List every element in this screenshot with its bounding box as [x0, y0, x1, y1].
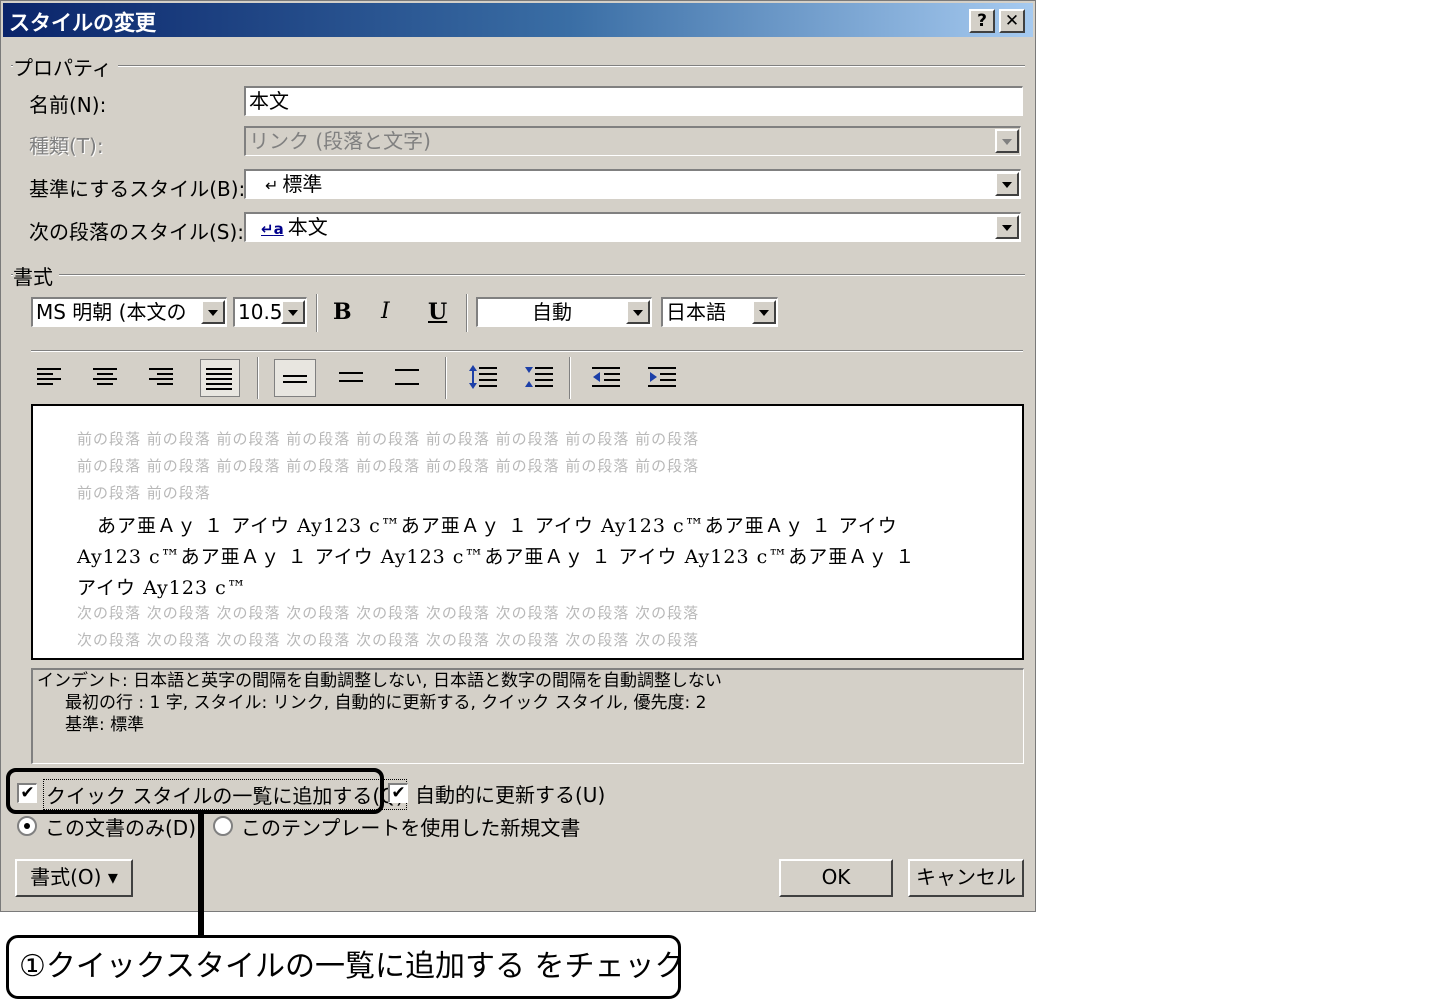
- font-color-value: 自動: [532, 300, 572, 324]
- this-document-label[interactable]: この文書のみ(D): [45, 812, 196, 841]
- language-value: 日本語: [666, 300, 726, 324]
- auto-update-label[interactable]: 自動的に更新する(U): [415, 779, 605, 808]
- cancel-button[interactable]: キャンセル: [908, 859, 1024, 897]
- indent-increase-icon[interactable]: [646, 361, 676, 391]
- language-dropdown-arrow-icon[interactable]: [752, 300, 776, 324]
- base-style-select[interactable]: ↵ 標準: [244, 169, 1021, 199]
- language-select[interactable]: 日本語: [661, 297, 778, 327]
- name-label: 名前(N):: [29, 93, 107, 117]
- space-before-decrease-icon[interactable]: [523, 361, 553, 391]
- toolbar-separator: [316, 294, 318, 332]
- this-document-radio[interactable]: [17, 816, 37, 836]
- template-label[interactable]: このテンプレートを使用した新規文書: [241, 812, 580, 841]
- ok-button[interactable]: OK: [779, 859, 893, 897]
- type-dropdown-arrow-icon: [995, 129, 1019, 153]
- base-style-dropdown-arrow-icon[interactable]: [995, 172, 1019, 196]
- properties-group-line: [11, 65, 1025, 67]
- toolbar-separator: [445, 357, 447, 399]
- font-color-dropdown-arrow-icon[interactable]: [626, 300, 650, 324]
- style-description: インデント: 日本語と英字の間隔を自動調整しない, 日本語と数字の間隔を自動調整…: [31, 668, 1024, 764]
- preview-sample-text: Ay123 c™あア亜Ａｙ １ アイウ Ay123 c™あア亜Ａｙ １ アイウ …: [77, 546, 916, 568]
- callout-leader-line: [198, 814, 204, 936]
- preview-previous-paragraph: 前の段落 前の段落 前の段落 前の段落 前の段落 前の段落 前の段落 前の段落 …: [77, 430, 700, 448]
- preview-next-paragraph: 次の段落 次の段落 次の段落 次の段落 次の段落 次の段落 次の段落 次の段落 …: [77, 604, 700, 622]
- dialog-title: スタイルの変更: [9, 11, 156, 35]
- quick-style-highlight-box: [6, 768, 384, 814]
- line-spacing-single-icon[interactable]: [274, 359, 316, 397]
- preview-sample-text: あア亜Ａｙ １ アイウ Ay123 c™あア亜Ａｙ １ アイウ Ay123 c™…: [77, 515, 898, 537]
- style-preview: 前の段落 前の段落 前の段落 前の段落 前の段落 前の段落 前の段落 前の段落 …: [31, 404, 1024, 660]
- indent-decrease-icon[interactable]: [590, 361, 620, 391]
- name-input[interactable]: 本文: [244, 86, 1023, 116]
- font-size-dropdown-arrow-icon[interactable]: [281, 300, 305, 324]
- paragraph-mark-icon: ↵: [265, 175, 279, 195]
- align-right-icon[interactable]: [147, 363, 177, 393]
- font-value: MS 明朝 (本文の: [36, 300, 187, 324]
- next-style-label: 次の段落のスタイル(S):: [29, 220, 245, 244]
- format-group-line: [11, 274, 1025, 276]
- toolbar-separator: [569, 357, 571, 399]
- format-menu-button[interactable]: 書式(O) ▾: [15, 859, 133, 897]
- instruction-callout: ①クイックスタイルの一覧に追加する をチェック: [6, 935, 685, 999]
- font-select[interactable]: MS 明朝 (本文の: [31, 297, 227, 327]
- radio-selected-dot: [24, 823, 30, 829]
- properties-group-label: プロパティ: [13, 52, 118, 81]
- font-size-value: 10.5: [238, 300, 283, 324]
- next-style-dropdown-arrow-icon[interactable]: [995, 215, 1019, 239]
- help-button[interactable]: ?: [969, 9, 995, 33]
- italic-button[interactable]: I: [381, 299, 390, 324]
- next-style-value: 本文: [287, 215, 328, 239]
- font-color-select[interactable]: 自動: [476, 297, 652, 327]
- preview-next-paragraph: 次の段落 次の段落 次の段落 次の段落 次の段落 次の段落 次の段落 次の段落 …: [77, 631, 700, 649]
- line-spacing-half-icon[interactable]: [337, 363, 367, 393]
- underline-button[interactable]: U: [428, 299, 447, 325]
- align-justify-icon[interactable]: [200, 359, 240, 397]
- base-style-label: 基準にするスタイル(B):: [29, 177, 246, 201]
- type-select: リンク (段落と文字): [244, 126, 1021, 156]
- font-dropdown-arrow-icon[interactable]: [201, 300, 225, 324]
- bold-button[interactable]: B: [333, 299, 352, 325]
- preview-sample-text: アイウ Ay123 c™: [77, 577, 247, 599]
- font-size-select[interactable]: 10.5: [233, 297, 307, 327]
- align-left-icon[interactable]: [35, 363, 65, 393]
- type-label: 種類(T):: [29, 134, 104, 158]
- space-before-increase-icon[interactable]: [467, 361, 497, 391]
- preview-previous-paragraph: 前の段落 前の段落 前の段落 前の段落 前の段落 前の段落 前の段落 前の段落 …: [77, 457, 700, 475]
- align-center-icon[interactable]: [91, 363, 121, 393]
- toolbar-separator: [257, 357, 259, 399]
- linked-style-mark: a: [273, 220, 284, 238]
- title-bar: スタイルの変更 ? ✕: [3, 3, 1033, 37]
- type-value: リンク (段落と文字): [249, 129, 431, 153]
- description-line: インデント: 日本語と英字の間隔を自動調整しない, 日本語と数字の間隔を自動調整…: [37, 671, 722, 691]
- format-group-label: 書式: [13, 261, 59, 290]
- line-spacing-double-icon[interactable]: [393, 363, 423, 393]
- template-radio[interactable]: [213, 816, 233, 836]
- linked-style-icon: ↵a: [261, 220, 284, 238]
- description-line: 最初の行 : 1 字, スタイル: リンク, 自動的に更新する, クイック スタ…: [65, 693, 707, 713]
- toolbar-separator: [466, 294, 468, 332]
- base-style-value: 標準: [282, 172, 323, 196]
- close-button[interactable]: ✕: [999, 9, 1025, 33]
- auto-update-checkbox[interactable]: ✔: [388, 783, 408, 803]
- description-line: 基準: 標準: [65, 715, 145, 735]
- next-style-select[interactable]: ↵a 本文: [244, 212, 1021, 242]
- format-toolbar-divider: [31, 350, 1023, 352]
- preview-previous-paragraph: 前の段落 前の段落: [77, 484, 211, 502]
